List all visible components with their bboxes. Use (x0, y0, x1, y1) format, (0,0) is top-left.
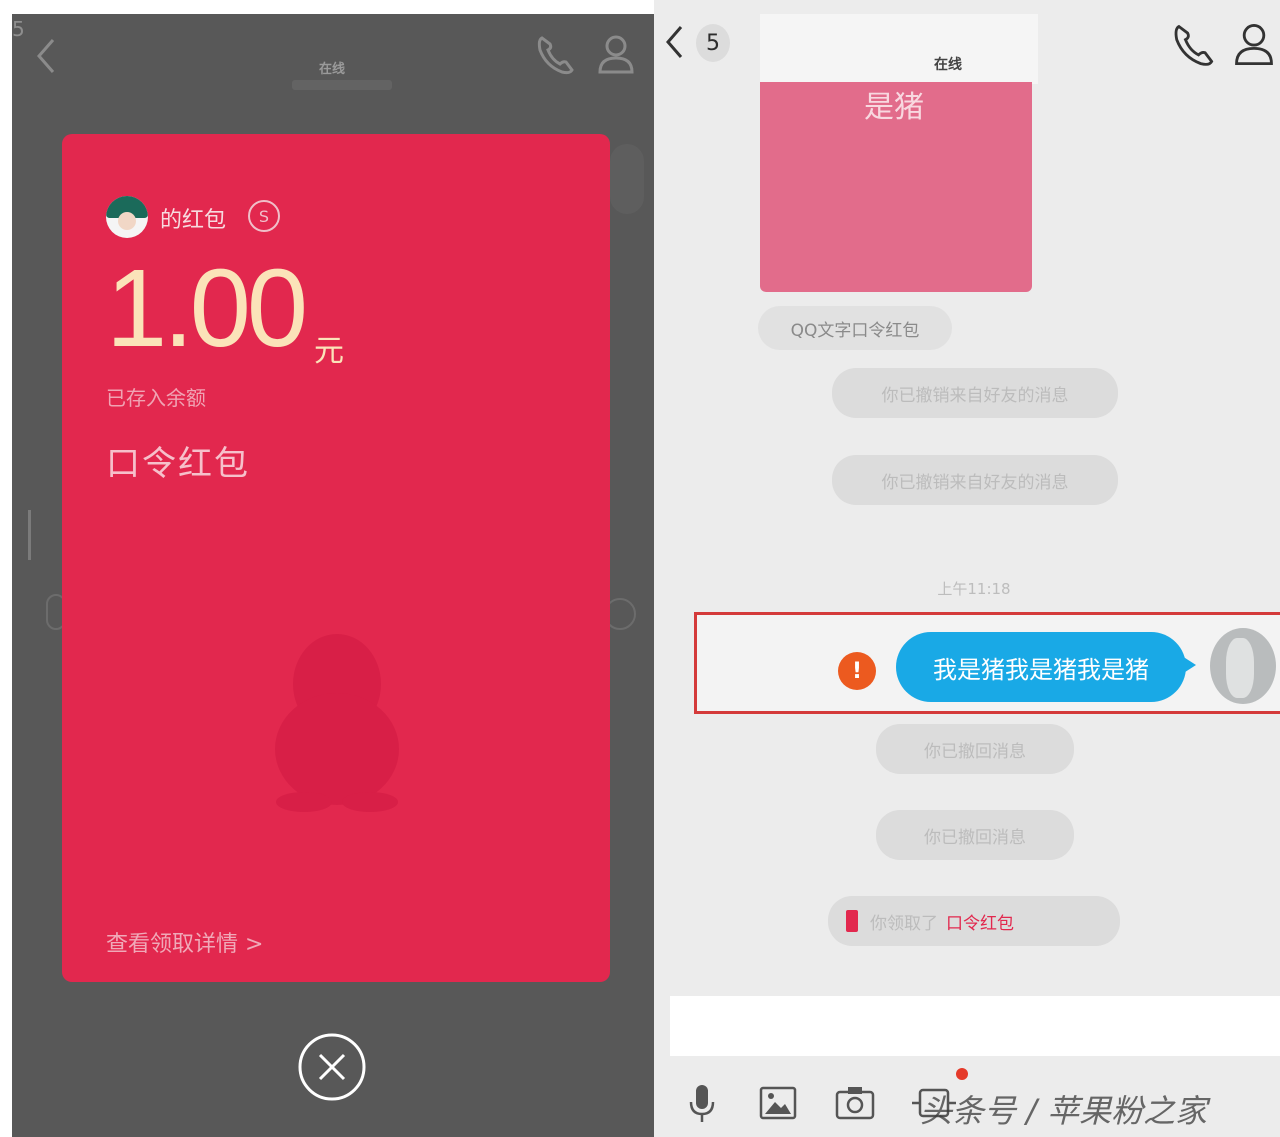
background-blur-shape (610, 144, 644, 214)
image-icon[interactable] (756, 1080, 800, 1126)
back-arrow-icon[interactable] (658, 22, 692, 62)
image-text: 是猪 (864, 90, 924, 125)
sender-label: 的红包 (160, 208, 227, 233)
redpacket-icon (846, 910, 858, 932)
redpacket-overlay-screen: 5 在线 的红包 S 1.00 元 已存入余额 口令红包 查看领取详情 > (12, 14, 654, 1137)
redpacket-card: 的红包 S 1.00 元 已存入余额 口令红包 查看领取详情 > (62, 134, 610, 982)
coin-badge-icon: S (248, 200, 280, 232)
qq-penguin-watermark-icon (262, 624, 412, 814)
chat-title: 在线 (934, 57, 962, 73)
phone-icon[interactable] (532, 30, 576, 78)
sender-avatar (106, 196, 148, 238)
camera-icon[interactable] (832, 1080, 878, 1126)
redpacket-image-message[interactable]: 是猪 (760, 82, 1032, 292)
person-icon[interactable] (1230, 18, 1278, 70)
person-icon[interactable] (594, 30, 638, 78)
sent-message-bubble[interactable]: 我是猪我是猪我是猪 (896, 632, 1196, 702)
message-label: QQ文字口令红包 (758, 306, 952, 350)
watermark-text: 头条号 / 苹果粉之家 (920, 1092, 1208, 1130)
system-message: 你已撤回消息 (876, 724, 1074, 774)
system-message: 你已撤回消息 (876, 810, 1074, 860)
notification-dot (956, 1068, 968, 1080)
redpacket-notice-prefix: 你领取了 (870, 913, 938, 934)
left-top-bar: 5 在线 (12, 14, 654, 114)
chat-subtitle-blur (292, 80, 392, 90)
chat-title: 在线 (318, 62, 345, 77)
amount-unit: 元 (314, 334, 344, 369)
user-avatar[interactable] (1210, 628, 1276, 704)
back-arrow-icon[interactable] (26, 32, 66, 80)
redpacket-notice-link[interactable]: 口令红包 (946, 909, 1014, 934)
redpacket-amount: 1.00 (106, 247, 308, 370)
chat-screen: 5 在线 是猪 QQ文字口令红包 你已撤销来自好友的消息 你已撤销来自好友的消息… (654, 0, 1280, 1137)
system-message: 你已撤销来自好友的消息 (832, 455, 1118, 505)
deposit-status: 已存入余额 (106, 386, 206, 410)
view-details-link[interactable]: 查看领取详情 > (106, 926, 263, 958)
timestamp: 上午11:18 (937, 580, 1011, 598)
system-message: 你已撤销来自好友的消息 (832, 368, 1118, 418)
microphone-icon[interactable] (682, 1080, 722, 1126)
unread-count-badge: 5 (696, 24, 730, 62)
close-icon[interactable] (297, 1032, 367, 1102)
phone-icon[interactable] (1168, 18, 1216, 70)
send-failed-icon[interactable]: ! (838, 652, 876, 690)
background-blur-shape (28, 510, 50, 560)
redpacket-type: 口令红包 (106, 444, 250, 484)
message-input[interactable] (670, 996, 1280, 1056)
redpacket-notice[interactable]: 你领取了 口令红包 (828, 896, 1120, 946)
